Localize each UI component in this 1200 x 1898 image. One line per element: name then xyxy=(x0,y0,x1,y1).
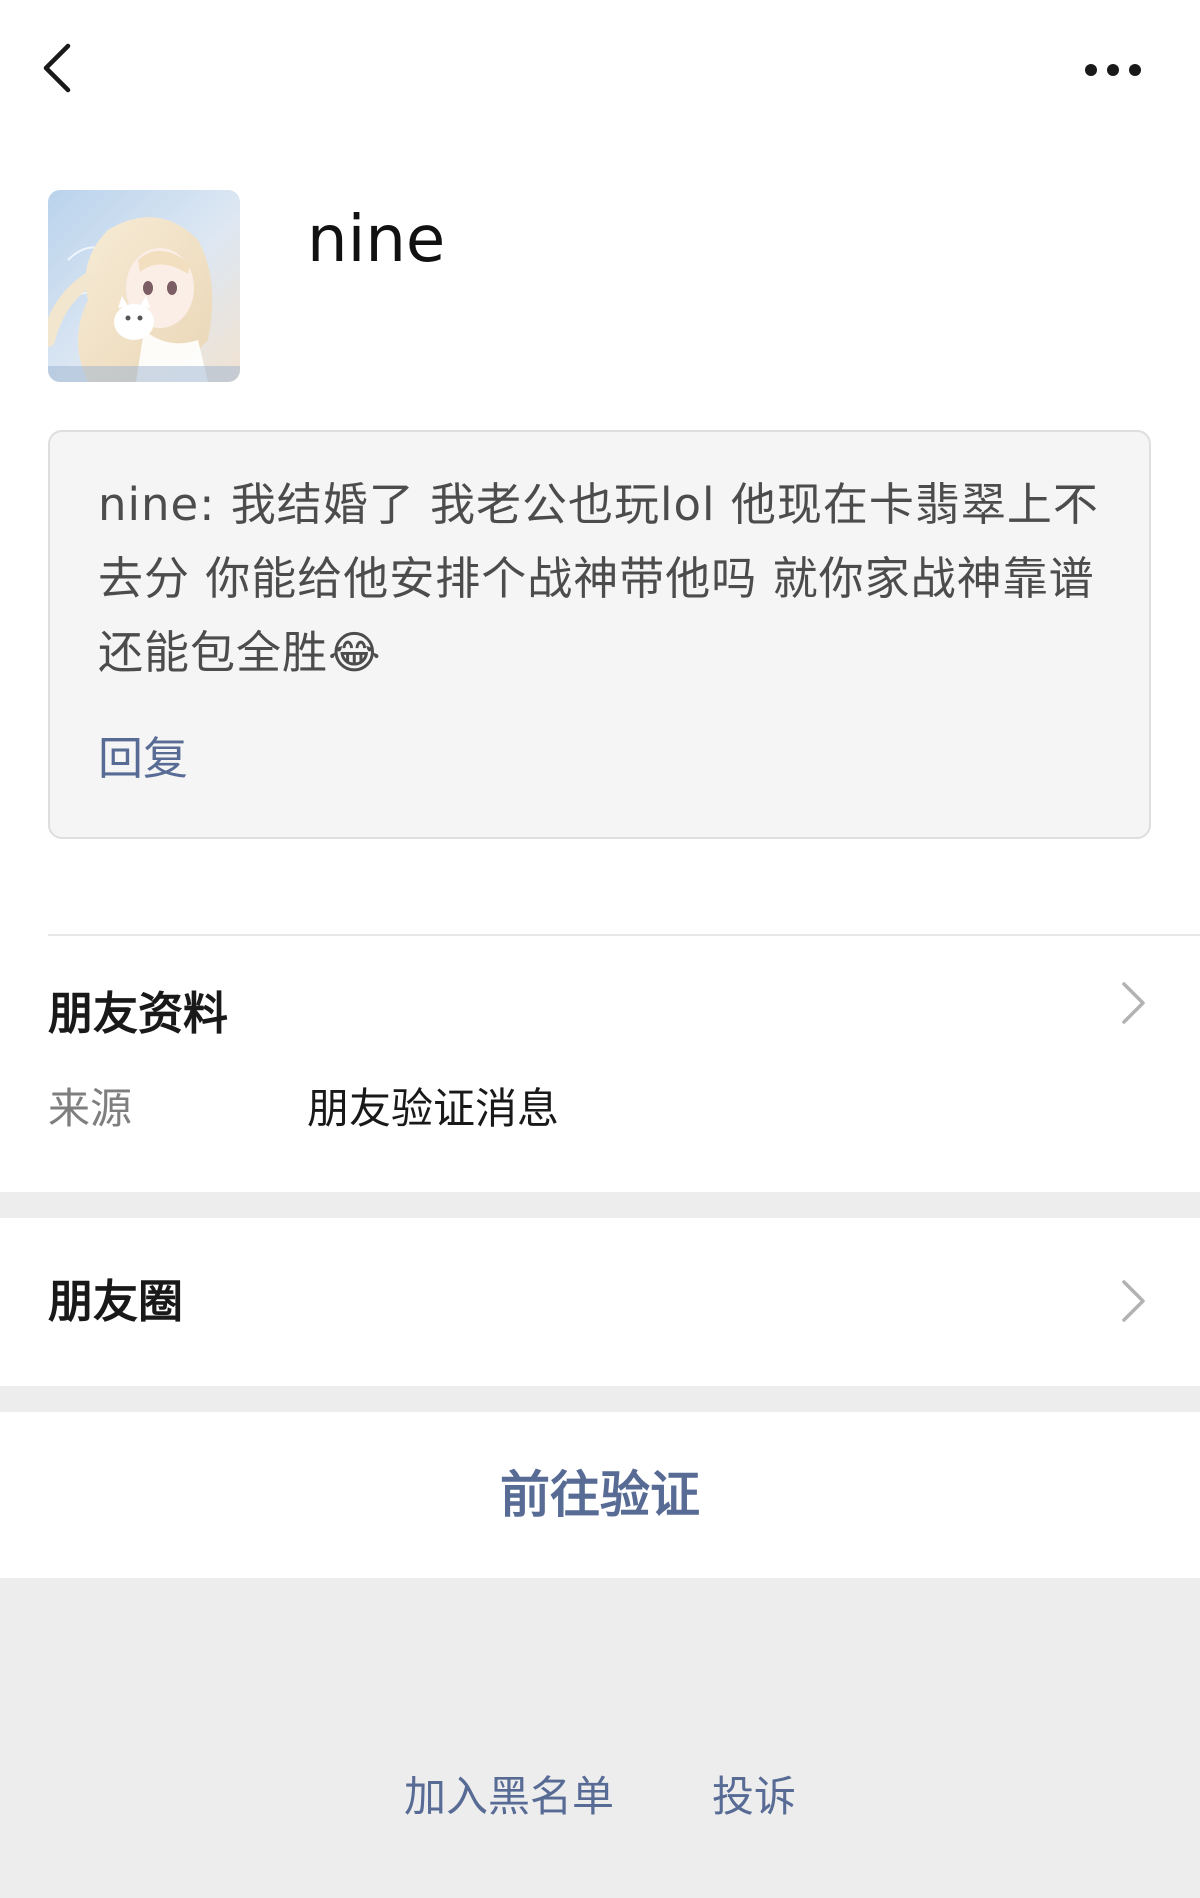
more-dots-icon xyxy=(1085,64,1141,76)
avatar[interactable] xyxy=(48,190,240,382)
moments-row[interactable]: 朋友圈 xyxy=(0,1218,1200,1386)
source-value: 朋友验证消息 xyxy=(307,1084,560,1133)
chevron-left-icon xyxy=(43,43,71,93)
more-options-button[interactable] xyxy=(1080,50,1146,90)
back-button[interactable] xyxy=(34,36,84,100)
verification-message-card: nine: 我结婚了 我老公也玩lol 他现在卡翡翠上不去分 你能给他安排个战神… xyxy=(48,430,1151,839)
report-link[interactable]: 投诉 xyxy=(712,1764,796,1830)
friend-info-row[interactable]: 朋友资料 来源 朋友验证消息 xyxy=(0,936,1200,1192)
verification-message-text: nine: 我结婚了 我老公也玩lol 他现在卡翡翠上不去分 你能给他安排个战神… xyxy=(98,478,1099,679)
profile-panel: nine nine: 我结婚了 我老公也玩lol 他现在卡翡翠上不去分 你能给他… xyxy=(0,0,1200,1192)
source-label: 来源 xyxy=(48,1084,133,1133)
anime-girl-avatar-image xyxy=(48,190,240,382)
chevron-right-icon xyxy=(1122,982,1145,1024)
profile-name: nine xyxy=(307,203,446,277)
page: nine nine: 我结婚了 我老公也玩lol 他现在卡翡翠上不去分 你能给他… xyxy=(0,0,1200,1898)
moments-title: 朋友圈 xyxy=(48,1275,184,1328)
chevron-right-icon xyxy=(1122,1280,1145,1322)
go-verify-label: 前往验证 xyxy=(500,1466,700,1524)
reply-link[interactable]: 回复 xyxy=(98,722,188,796)
add-to-blacklist-link[interactable]: 加入黑名单 xyxy=(404,1764,614,1830)
bottom-actions: 加入黑名单 投诉 xyxy=(0,1764,1200,1830)
go-verify-button[interactable]: 前往验证 xyxy=(0,1412,1200,1578)
friend-info-title: 朋友资料 xyxy=(48,987,229,1040)
